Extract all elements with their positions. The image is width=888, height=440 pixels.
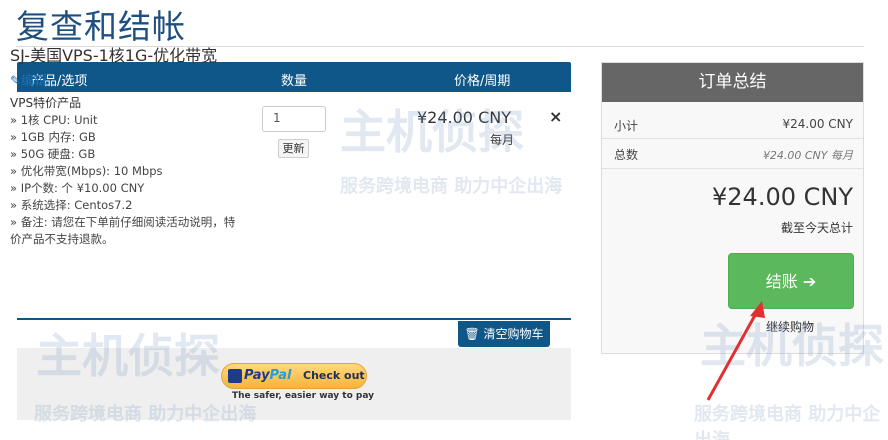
summary-divider xyxy=(602,138,863,139)
option-line: » IP个数: 个 ¥10.00 CNY xyxy=(10,181,145,195)
order-summary: 订单总结 小计 ¥24.00 CNY 总数 ¥24.00 CNY 每月 ¥24.… xyxy=(601,62,864,354)
checkout-button[interactable]: 结账 ➔ xyxy=(728,253,854,309)
summary-divider xyxy=(602,168,863,169)
edit-link[interactable]: ✎编辑 xyxy=(10,74,47,89)
col-header-price: 价格/周期 xyxy=(454,74,511,89)
option-line: » 50G 硬盘: GB xyxy=(10,147,96,161)
quantity-input[interactable]: 1 xyxy=(262,106,326,132)
subtotal-value: ¥24.00 CNY xyxy=(782,117,854,131)
order-summary-title: 订单总结 xyxy=(602,63,863,102)
col-header-qty: 数量 xyxy=(281,74,308,89)
product-name: SJ-美国VPS-1核1G-优化带宽 ✎编辑 xyxy=(10,44,228,94)
paypal-icon xyxy=(228,369,242,383)
remove-item-icon[interactable]: × xyxy=(549,107,562,126)
option-line: » 优化带宽(Mbps): 10 Mbps xyxy=(10,164,163,178)
subtotal-label: 小计 xyxy=(614,119,639,133)
paypal-logo-pal: Pal xyxy=(269,368,292,383)
due-today-amount: ¥24.00 CNY xyxy=(712,183,853,211)
total-label: 总数 xyxy=(614,148,639,162)
paypal-tagline: The safer, easier way to pay xyxy=(232,391,375,401)
option-line: » 1GB 内存: GB xyxy=(10,130,96,144)
total-value: ¥24.00 CNY 每月 xyxy=(762,149,853,162)
edit-label[interactable]: 编辑 xyxy=(21,74,47,89)
due-today-note: 截至今天总计 xyxy=(780,221,853,235)
paypal-logo-pay: Pay xyxy=(244,368,270,383)
option-line: » 系统选择: Centos7.2 xyxy=(10,198,133,212)
page-title: 复查和结帐 xyxy=(16,7,186,46)
paypal-checkout-button[interactable]: PayPal Check out xyxy=(221,363,367,389)
continue-shopping-link[interactable]: 继续购物 xyxy=(766,318,814,335)
product-group: VPS特价产品 xyxy=(10,96,82,110)
empty-cart-button[interactable]: 🗑 清空购物车 xyxy=(458,321,550,347)
watermark-slogan: 服务跨境电商 助力中企出海 xyxy=(694,404,881,440)
product-options: » 1核 CPU: Unit » 1GB 内存: GB » 50G 硬盘: GB… xyxy=(10,112,240,248)
paypal-logo: PayPal xyxy=(244,368,291,383)
update-button[interactable]: 更新 xyxy=(278,139,309,158)
option-line: » 1核 CPU: Unit xyxy=(10,113,98,127)
item-price: ¥24.00 CNY xyxy=(417,108,511,127)
trash-icon: 🗑 xyxy=(464,327,480,341)
product-name-text: SJ-美国VPS-1核1G-优化带宽 xyxy=(10,46,218,65)
option-line: » 备注: 请您在下单前仔细阅读活动说明，特价产品不支持退款。 xyxy=(10,215,236,246)
paypal-checkout-label: Check out xyxy=(303,369,365,382)
billing-cycle: 每月 xyxy=(490,133,515,147)
empty-cart-label: 清空购物车 xyxy=(483,327,544,341)
